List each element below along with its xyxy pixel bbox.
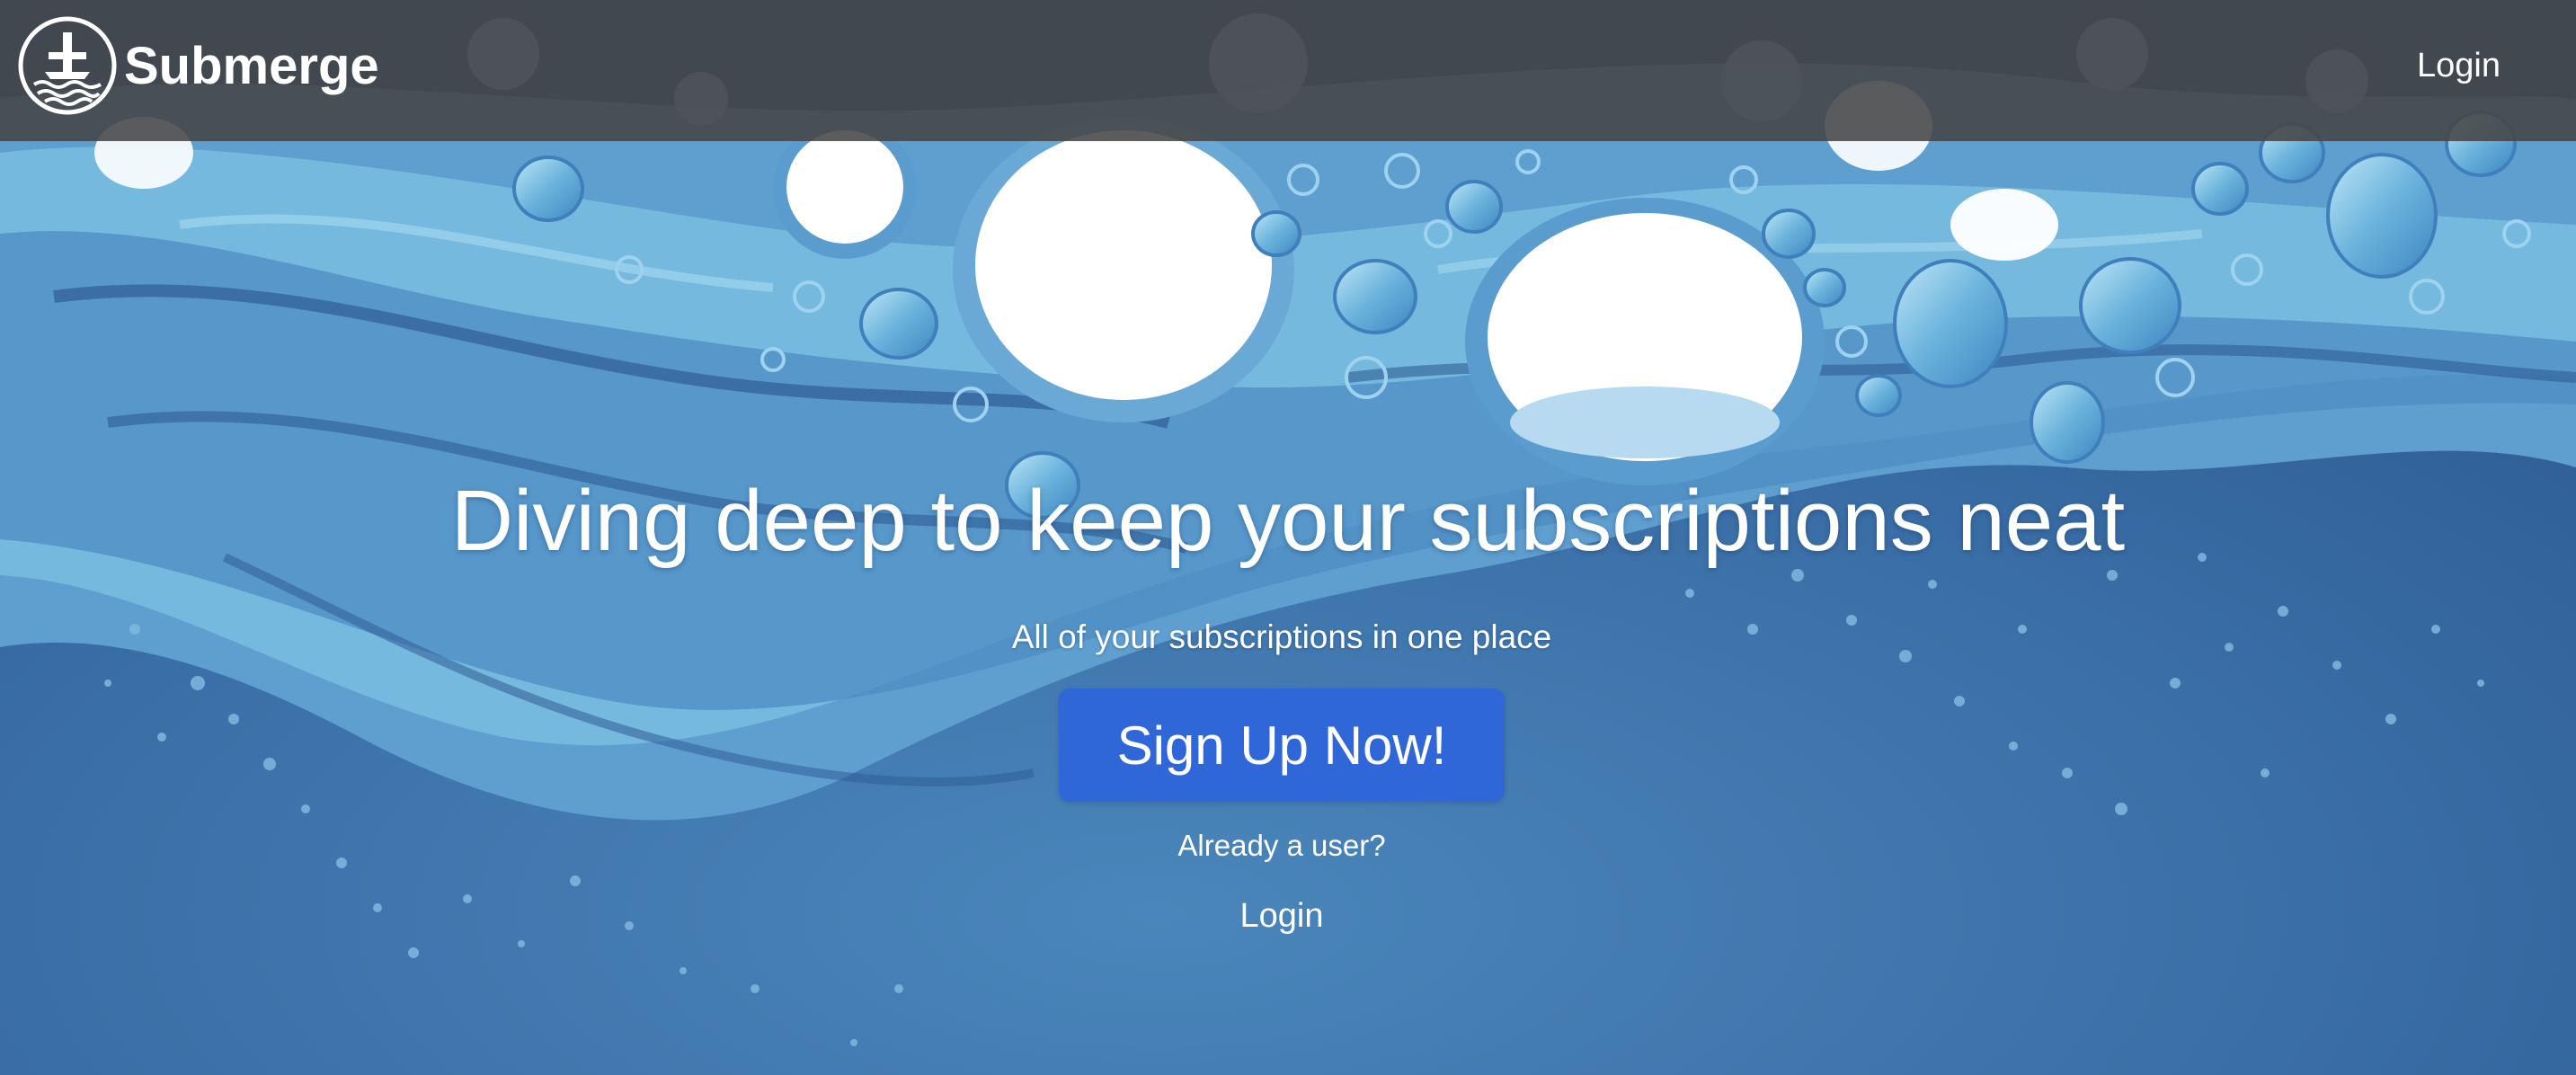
hero-title: Diving deep to keep your subscriptions n… <box>450 473 2126 569</box>
already-user-text: Already a user? <box>1177 829 1386 862</box>
signup-button[interactable]: Sign Up Now! <box>1059 689 1505 802</box>
brand-name: Submerge <box>124 36 379 95</box>
brand-home-link[interactable]: Submerge <box>18 15 379 116</box>
submarine-waves-logo-icon <box>18 16 117 115</box>
navbar-login-link[interactable]: Login <box>2417 47 2500 85</box>
hero-login-container: Login <box>0 893 2563 938</box>
hero-login-link[interactable]: Login <box>1240 897 1324 935</box>
landing-page: Submerge Login Diving deep to keep your … <box>0 0 2576 1075</box>
hero-subtitle: All of your subscriptions in one place <box>1011 618 1552 655</box>
top-navbar: Submerge Login <box>0 0 2576 141</box>
hero-section: Diving deep to keep your subscriptions n… <box>0 0 2576 1075</box>
